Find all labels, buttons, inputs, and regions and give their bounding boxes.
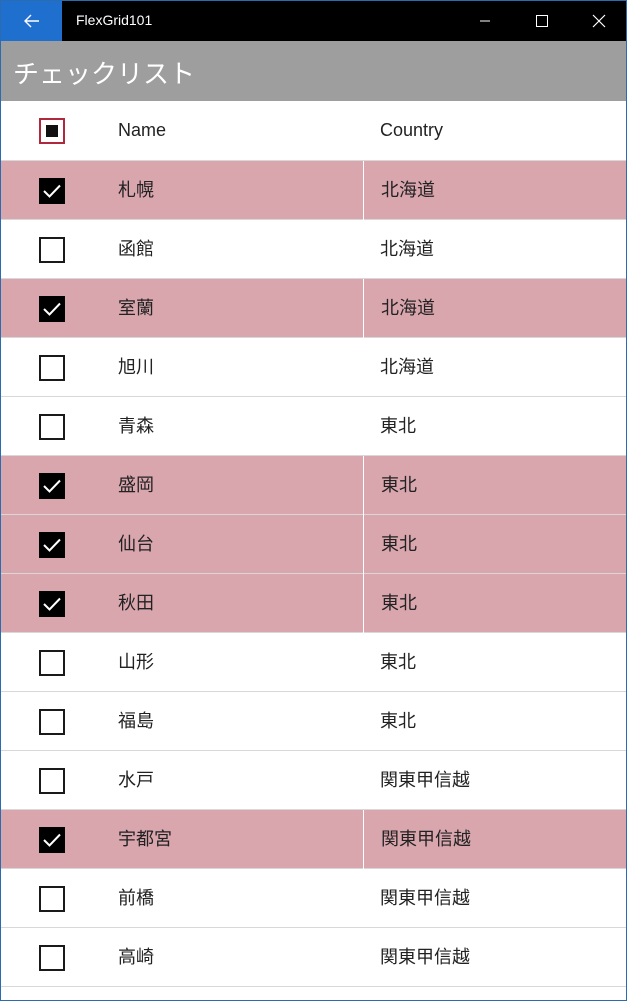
close-icon — [592, 14, 605, 28]
table-row[interactable]: 前橋 関東甲信越 — [1, 869, 626, 928]
row-checkbox[interactable] — [39, 414, 65, 440]
maximize-icon — [535, 15, 548, 27]
minimize-button[interactable] — [456, 1, 513, 41]
cell-name[interactable]: 水戸 — [118, 751, 154, 810]
checkmark-icon — [43, 479, 61, 493]
table-row[interactable]: 秋田 東北 — [1, 574, 626, 633]
cell-name[interactable]: 盛岡 — [118, 456, 154, 515]
row-checkbox[interactable] — [39, 178, 65, 204]
select-all-checkbox[interactable] — [39, 118, 65, 144]
table-row[interactable]: 札幌 北海道 — [1, 161, 626, 220]
indeterminate-icon — [46, 125, 58, 137]
app-title: FlexGrid101 — [76, 12, 153, 28]
close-button[interactable] — [570, 1, 626, 41]
cell-country[interactable]: 北海道 — [363, 161, 626, 220]
cell-country[interactable]: 東北 — [363, 692, 626, 751]
cell-country[interactable]: 東北 — [363, 633, 626, 692]
cell-country[interactable]: 北海道 — [363, 279, 626, 338]
maximize-button[interactable] — [513, 1, 570, 41]
row-checkbox[interactable] — [39, 237, 65, 263]
row-checkbox[interactable] — [39, 886, 65, 912]
page-title: チェックリスト — [13, 60, 196, 90]
table-row[interactable]: 仙台 東北 — [1, 515, 626, 574]
cell-name[interactable]: 室蘭 — [118, 279, 154, 338]
flex-grid: Name Country 札幌 北海道 函館 北海道 室蘭 北海道 旭川 北海道 青森 東北 盛岡東… — [1, 101, 626, 1000]
table-row[interactable]: 盛岡 東北 — [1, 456, 626, 515]
row-checkbox[interactable] — [39, 709, 65, 735]
cell-name[interactable]: 前橋 — [118, 869, 154, 928]
checkmark-icon — [43, 538, 61, 552]
row-checkbox[interactable] — [39, 296, 65, 322]
cell-name[interactable]: 仙台 — [118, 515, 154, 574]
cell-name[interactable]: 旭川 — [118, 338, 154, 397]
checkmark-icon — [43, 597, 61, 611]
row-checkbox[interactable] — [39, 473, 65, 499]
cell-name[interactable]: 札幌 — [118, 161, 154, 220]
cell-country[interactable]: 北海道 — [363, 338, 626, 397]
app-window: FlexGrid101 チェックリスト Name Country 札幌 北海道 函館… — [0, 0, 627, 1001]
row-checkbox[interactable] — [39, 768, 65, 794]
grid-header-row: Name Country — [1, 101, 626, 161]
table-row[interactable]: 福島 東北 — [1, 692, 626, 751]
checkmark-icon — [43, 833, 61, 847]
cell-name[interactable]: 福島 — [118, 692, 154, 751]
table-row[interactable]: 山形 東北 — [1, 633, 626, 692]
cell-country[interactable]: 北海道 — [363, 220, 626, 279]
cell-country[interactable]: 東北 — [363, 397, 626, 456]
cell-country[interactable]: 関東甲信越 — [363, 869, 626, 928]
cell-country[interactable]: 関東甲信越 — [363, 751, 626, 810]
cell-country[interactable]: 東北 — [363, 456, 626, 515]
back-button[interactable] — [1, 1, 62, 41]
table-row[interactable]: 水戸 関東甲信越 — [1, 751, 626, 810]
row-checkbox[interactable] — [39, 532, 65, 558]
partial-row — [1, 987, 626, 1000]
table-row[interactable]: 室蘭 北海道 — [1, 279, 626, 338]
column-header-country[interactable]: Country — [363, 101, 626, 160]
arrow-left-icon — [23, 14, 39, 28]
row-checkbox[interactable] — [39, 945, 65, 971]
row-checkbox[interactable] — [39, 827, 65, 853]
cell-country[interactable]: 関東甲信越 — [363, 810, 626, 869]
page-header: チェックリスト — [1, 41, 626, 101]
cell-country[interactable]: 東北 — [363, 515, 626, 574]
cell-name[interactable]: 高崎 — [118, 928, 154, 987]
cell-name[interactable]: 函館 — [118, 220, 154, 279]
minimize-icon — [479, 20, 490, 22]
cell-name[interactable]: 宇都宮 — [118, 810, 172, 869]
cell-name[interactable]: 山形 — [118, 633, 154, 692]
column-header-name[interactable]: Name — [118, 101, 166, 160]
row-checkbox[interactable] — [39, 650, 65, 676]
cell-country[interactable]: 東北 — [363, 574, 626, 633]
cell-name[interactable]: 秋田 — [118, 574, 154, 633]
table-row[interactable]: 高崎 関東甲信越 — [1, 928, 626, 987]
cell-country[interactable]: 関東甲信越 — [363, 928, 626, 987]
table-row[interactable]: 函館 北海道 — [1, 220, 626, 279]
cell-name[interactable]: 青森 — [118, 397, 154, 456]
grid-body: 札幌 北海道 函館 北海道 室蘭 北海道 旭川 北海道 青森 東北 盛岡 東北 仙台 東北 秋田 東北 山形 東北… — [1, 161, 626, 987]
table-row[interactable]: 旭川 北海道 — [1, 338, 626, 397]
checkmark-icon — [43, 184, 61, 198]
row-checkbox[interactable] — [39, 355, 65, 381]
checkmark-icon — [43, 302, 61, 316]
table-row[interactable]: 青森 東北 — [1, 397, 626, 456]
table-row[interactable]: 宇都宮 関東甲信越 — [1, 810, 626, 869]
row-checkbox[interactable] — [39, 591, 65, 617]
title-bar: FlexGrid101 — [1, 1, 626, 41]
